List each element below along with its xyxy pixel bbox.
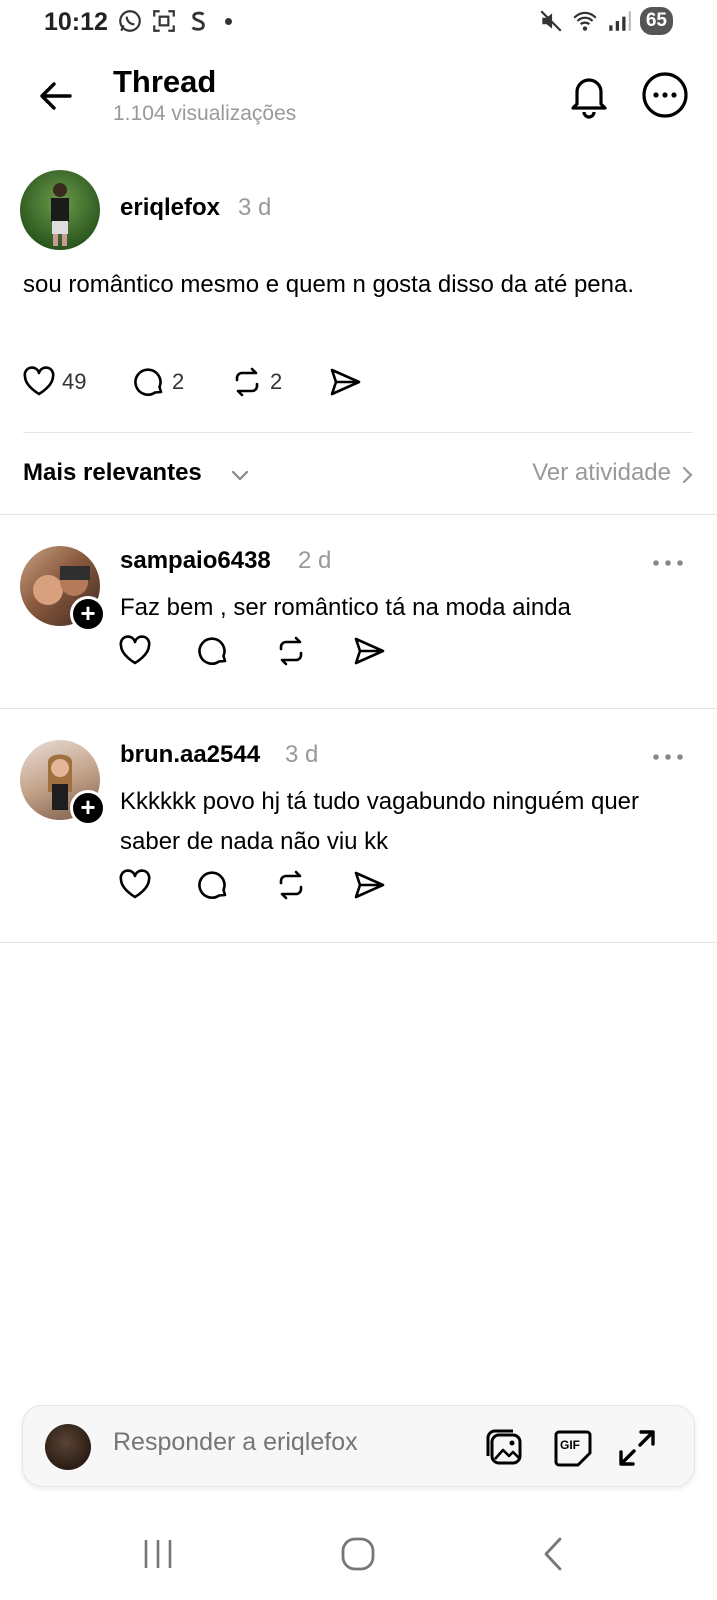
status-bar: 10:12 65 [0,0,717,44]
person-figure-icon [51,183,69,246]
avatar[interactable] [20,170,100,250]
comment-username[interactable]: sampaio6438 [120,547,271,575]
page-title: Thread [113,64,217,99]
chevron-right-icon[interactable] [675,463,699,487]
thread-header: Thread 1.104 visualizações [0,52,717,142]
more-notifications-dot [225,17,232,25]
comment-count: 2 [172,369,185,394]
recent-apps-icon[interactable] [138,1536,178,1572]
heart-icon[interactable] [118,868,152,902]
comment-button[interactable]: 2 [132,365,230,399]
divider [0,514,717,515]
back-arrow-icon[interactable] [34,74,78,118]
post-username[interactable]: eriqlefox [120,194,220,222]
reply-bar: GIF [22,1405,695,1487]
more-options-icon[interactable] [650,750,686,764]
send-icon[interactable] [352,634,386,668]
gallery-icon[interactable] [483,1426,527,1470]
expand-icon[interactable] [615,1426,659,1470]
like-button[interactable]: 49 [22,365,132,399]
scan-icon [153,10,175,32]
comment-actions [118,868,386,902]
comment-icon [134,368,163,396]
view-count: 1.104 visualizações [113,102,297,125]
comment-text: Kkkkkk povo hj tá tudo vagabundo ninguém… [120,788,640,855]
send-icon [330,368,361,396]
nav-back-icon[interactable] [534,1536,574,1572]
battery-indicator: 65 [639,7,673,35]
share-button[interactable] [328,365,362,399]
comment-timestamp: 2 d [298,547,332,574]
comment-actions [118,634,386,668]
comment-icon[interactable] [196,634,230,668]
heart-icon [23,366,55,396]
post-text: sou romântico mesmo e quem n gosta disso… [23,271,635,298]
follow-button[interactable]: + [70,596,106,632]
send-icon[interactable] [352,868,386,902]
reply-input[interactable] [113,1428,443,1457]
comment-icon[interactable] [196,868,230,902]
view-activity-link[interactable]: Ver atividade [532,459,671,487]
bell-icon[interactable] [565,70,613,120]
follow-button[interactable]: + [70,790,106,826]
sort-dropdown[interactable]: Mais relevantes [23,459,202,487]
signal-icon [609,11,631,31]
post-timestamp: 3 d [238,194,272,221]
mute-icon [540,10,562,32]
system-icons: 65 [538,7,673,35]
whatsapp-icon [119,10,141,32]
avatar [45,1424,91,1470]
more-options-icon[interactable] [640,70,690,120]
like-count: 49 [62,369,87,394]
repost-button[interactable]: 2 [230,365,328,399]
notification-icons [117,8,232,34]
sort-row: Mais relevantes Ver atividade [0,445,717,505]
repost-icon[interactable] [274,868,308,902]
comment-timestamp: 3 d [285,741,319,768]
system-nav-bar [0,1520,717,1590]
status-time: 10:12 [44,8,108,36]
repost-icon[interactable] [274,634,308,668]
repost-icon [235,367,259,397]
post-actions: 49 2 2 [22,365,362,399]
divider [0,942,717,943]
comment-username[interactable]: brun.aa2544 [120,741,260,769]
comment-text: Faz bem , ser romântico tá na moda ainda [120,594,571,621]
gif-label: GIF [560,1438,580,1452]
comment-item: + sampaio6438 2 d Faz bem , ser romântic… [0,546,717,696]
comment-item: + brun.aa2544 3 d Kkkkkk povo hj tá tudo… [0,740,717,920]
wifi-icon [573,11,597,31]
heart-icon[interactable] [118,634,152,668]
divider [23,432,693,433]
more-options-icon[interactable] [650,556,686,570]
repost-count: 2 [270,369,283,394]
gif-button[interactable]: GIF [551,1426,595,1470]
chevron-down-icon[interactable] [228,463,252,487]
divider [0,708,717,709]
s-app-icon [191,11,205,31]
home-icon[interactable] [338,1536,378,1572]
